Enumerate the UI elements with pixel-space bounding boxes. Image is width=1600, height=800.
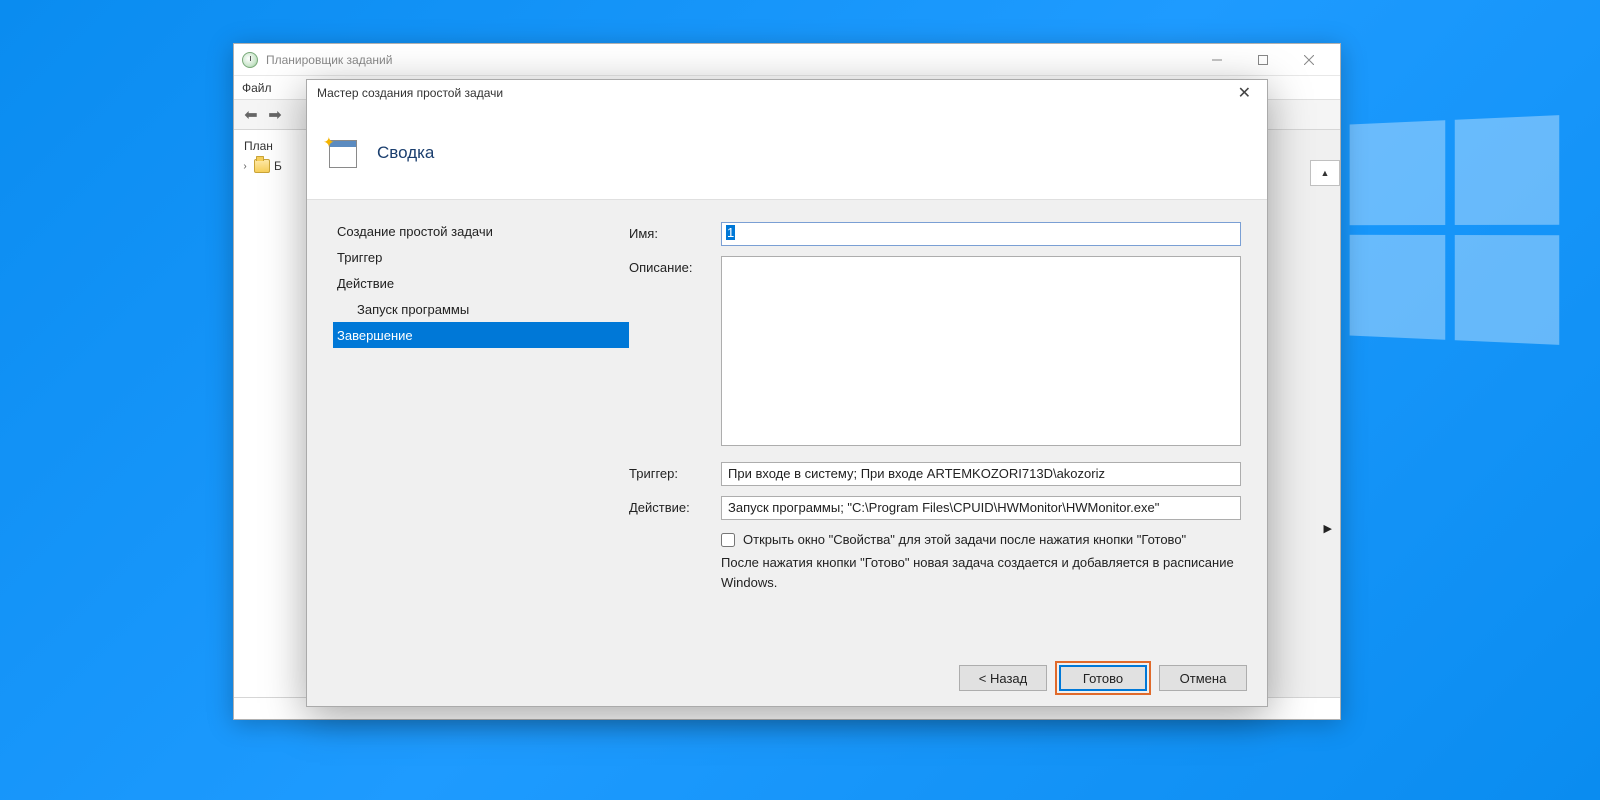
nav-step-finish[interactable]: Завершение (333, 322, 629, 348)
title-bar[interactable]: Планировщик заданий (234, 44, 1340, 76)
nav-step-create[interactable]: Создание простой задачи (333, 218, 629, 244)
wizard-heading: Сводка (377, 143, 434, 163)
wizard-form: Имя: 1 Описание: Триггер: При входе в си… (629, 200, 1269, 650)
nav-step-trigger[interactable]: Триггер (333, 244, 629, 270)
windows-logo (1350, 115, 1560, 345)
name-input[interactable]: 1 (721, 222, 1241, 246)
back-icon[interactable]: ⬅ (240, 104, 262, 126)
description-input[interactable] (721, 256, 1241, 446)
maximize-button[interactable] (1240, 45, 1286, 75)
wizard-title: Мастер создания простой задачи (317, 86, 503, 100)
close-icon[interactable]: ✕ (1232, 83, 1257, 103)
tree-root-label: План (244, 139, 273, 153)
task-scheduler-icon (242, 52, 258, 68)
wizard-header: ✦ Сводка (307, 106, 1267, 200)
trigger-value: При входе в систему; При входе ARTEMKOZO… (721, 462, 1241, 486)
open-properties-checkbox[interactable] (721, 533, 735, 547)
menu-file[interactable]: Файл (242, 81, 272, 95)
open-properties-label: Открыть окно "Свойства" для этой задачи … (743, 532, 1186, 547)
trigger-label: Триггер: (629, 462, 721, 486)
tree-library-label: Б (274, 159, 282, 173)
wizard-title-bar[interactable]: Мастер создания простой задачи ✕ (307, 80, 1267, 106)
right-arrow-icon[interactable]: ▶ (1324, 522, 1332, 535)
cancel-button[interactable]: Отмена (1159, 665, 1247, 691)
wizard-button-bar: < Назад Готово Отмена (307, 650, 1267, 706)
action-value: Запуск программы; "C:\Program Files\CPUI… (721, 496, 1241, 520)
create-task-wizard: Мастер создания простой задачи ✕ ✦ Сводк… (306, 79, 1268, 707)
nav-step-action[interactable]: Действие (333, 270, 629, 296)
finish-button[interactable]: Готово (1059, 665, 1147, 691)
folder-icon (254, 159, 270, 173)
wizard-icon: ✦ (325, 136, 359, 170)
action-label: Действие: (629, 496, 721, 520)
minimize-button[interactable] (1194, 45, 1240, 75)
collapse-button[interactable] (1310, 160, 1340, 186)
wizard-nav: Создание простой задачи Триггер Действие… (307, 200, 629, 650)
expand-icon[interactable]: › (240, 161, 250, 172)
forward-icon[interactable]: ➡ (264, 104, 286, 126)
back-button[interactable]: < Назад (959, 665, 1047, 691)
name-label: Имя: (629, 222, 721, 246)
description-label: Описание: (629, 256, 721, 446)
close-button[interactable] (1286, 45, 1332, 75)
wizard-info-text: После нажатия кнопки "Готово" новая зада… (721, 553, 1241, 592)
window-title: Планировщик заданий (266, 53, 1194, 67)
nav-step-start-program[interactable]: Запуск программы (333, 296, 629, 322)
